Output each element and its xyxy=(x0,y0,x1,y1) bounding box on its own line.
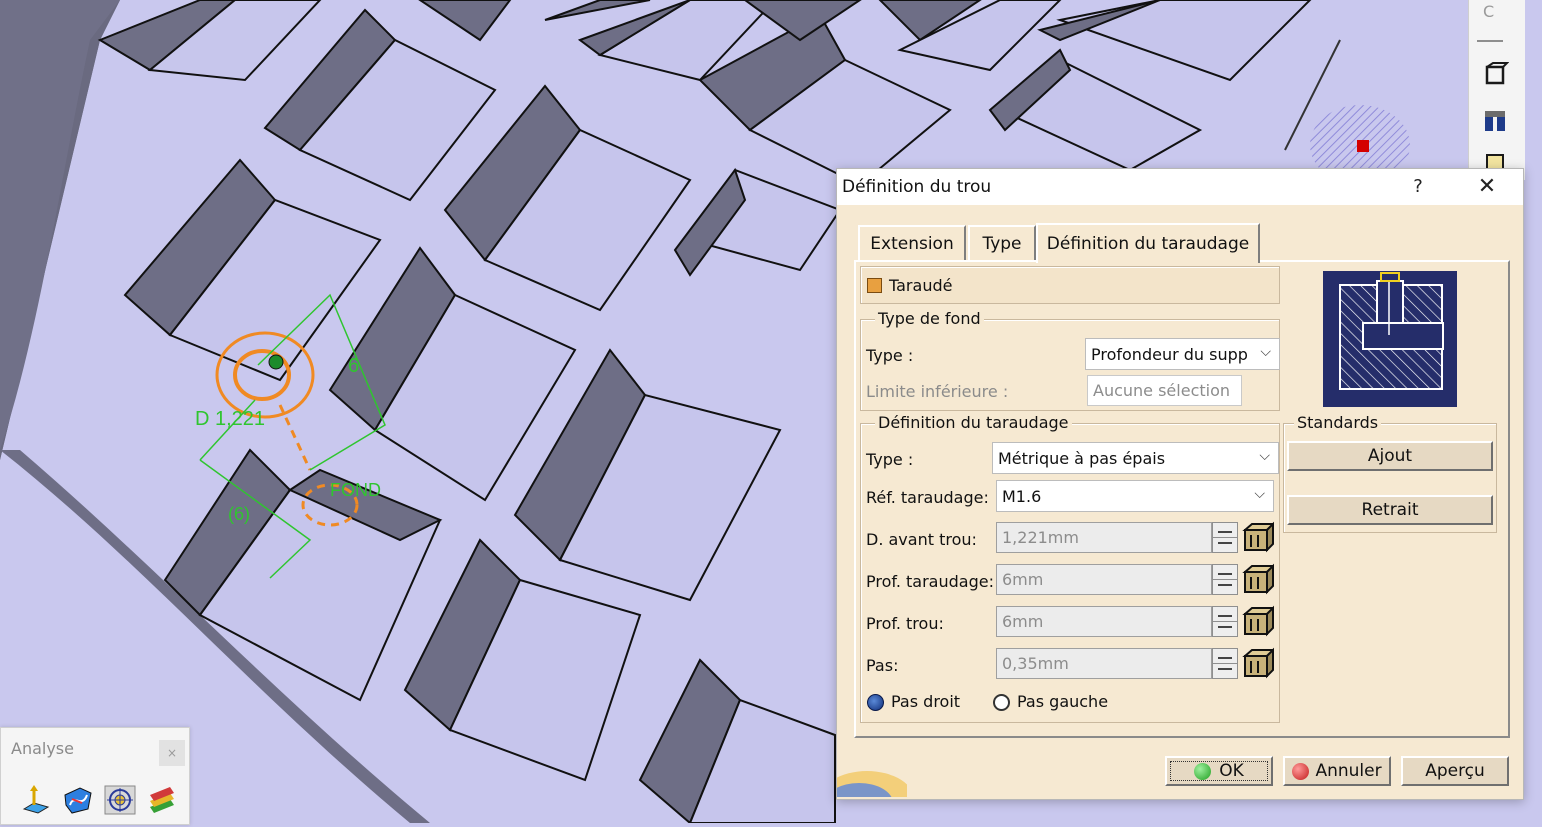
bottom-type-group-label: Type de fond xyxy=(875,309,984,328)
lower-limit-label: Limite inférieure : xyxy=(866,382,1009,401)
left-hand-thread-radio[interactable] xyxy=(993,694,1010,711)
analyse-close-button[interactable]: × xyxy=(159,740,185,766)
thickness-analysis-icon[interactable] xyxy=(145,784,179,816)
thread-definition-group: Définition du taraudage Type : Métrique … xyxy=(860,413,1280,723)
cancel-label: Annuler xyxy=(1315,761,1382,781)
hole-depth-field[interactable]: 6mm xyxy=(996,606,1212,637)
pitch-spinner[interactable] xyxy=(1212,648,1238,679)
curvature-analysis-icon[interactable] xyxy=(61,784,95,816)
thread-type-label: Type : xyxy=(866,450,914,469)
thread-definition-group-label: Définition du taraudage xyxy=(875,413,1072,432)
threaded-label: Taraudé xyxy=(889,276,953,295)
cancel-button[interactable]: Annuler xyxy=(1283,756,1391,786)
threaded-checkbox-row: Taraudé xyxy=(860,266,1280,304)
add-standard-button[interactable]: Ajout xyxy=(1287,441,1493,471)
ok-label: OK xyxy=(1219,761,1244,781)
formula-icon[interactable] xyxy=(1242,647,1276,679)
thread-ref-select[interactable]: M1.6 ⌵ xyxy=(996,480,1274,512)
svg-text:D 1,221: D 1,221 xyxy=(195,408,265,430)
pitch-field[interactable]: 0,35mm xyxy=(996,648,1212,679)
toolbar-grip[interactable] xyxy=(1477,40,1503,42)
analyse-toolbar: Analyse × xyxy=(0,727,190,825)
pre-hole-diameter-label: D. avant trou: xyxy=(866,530,977,549)
hole-depth-label: Prof. trou: xyxy=(866,614,944,633)
pre-hole-diameter-spinner[interactable] xyxy=(1212,522,1238,553)
svg-text:(6): (6) xyxy=(228,504,250,524)
thread-ref-value: M1.6 xyxy=(1002,487,1042,506)
formula-icon[interactable] xyxy=(1242,605,1276,637)
cancel-icon xyxy=(1292,762,1310,780)
formula-icon[interactable] xyxy=(1242,563,1276,595)
ok-button[interactable]: OK xyxy=(1165,756,1273,786)
right-hand-thread-label: Pas droit xyxy=(891,692,961,711)
pad-icon[interactable] xyxy=(1479,60,1511,90)
bottom-type-select[interactable]: Profondeur du supp ⌵ xyxy=(1085,338,1280,370)
thread-type-value: Métrique à pas épais xyxy=(998,449,1166,468)
pre-hole-diameter-field[interactable]: 1,221mm xyxy=(996,522,1212,553)
globe-icon xyxy=(837,741,907,797)
pitch-label: Pas: xyxy=(866,656,899,675)
hole-depth-spinner[interactable] xyxy=(1212,606,1238,637)
lower-limit-field[interactable]: Aucune sélection xyxy=(1087,375,1242,406)
svg-text:FOND: FOND xyxy=(330,480,381,500)
dialog-titlebar[interactable]: Définition du trou ? ✕ xyxy=(837,169,1523,205)
thread-ref-label: Réf. taraudage: xyxy=(866,488,989,507)
thread-depth-field[interactable]: 6mm xyxy=(996,564,1212,595)
chevron-down-icon: ⌵ xyxy=(1259,448,1270,464)
thread-preview-image xyxy=(1323,271,1457,407)
bottom-type-value: Profondeur du supp xyxy=(1091,345,1248,364)
analyse-title: Analyse xyxy=(11,739,74,758)
bottom-type-group: Type de fond Type : Profondeur du supp ⌵… xyxy=(860,309,1280,411)
chevron-down-icon: ⌵ xyxy=(1260,344,1271,360)
tab-thread-definition[interactable]: Définition du taraudage xyxy=(1036,223,1260,263)
threaded-checkbox[interactable] xyxy=(867,278,882,293)
svg-text:6: 6 xyxy=(348,355,359,377)
formula-icon[interactable] xyxy=(1242,521,1276,553)
bottom-type-label: Type : xyxy=(866,346,914,365)
draft-analysis-icon[interactable] xyxy=(19,784,53,816)
ok-icon xyxy=(1194,762,1212,780)
hole-definition-dialog: Définition du trou ? ✕ Extension Type Dé… xyxy=(836,168,1524,800)
surface-analysis-icon[interactable] xyxy=(103,784,137,816)
close-button[interactable]: ✕ xyxy=(1469,173,1505,201)
dialog-title: Définition du trou xyxy=(842,177,992,197)
assembly-icon[interactable] xyxy=(1479,106,1511,136)
right-hand-thread-radio[interactable] xyxy=(867,694,884,711)
tab-type[interactable]: Type xyxy=(968,225,1036,261)
chevron-down-icon: ⌵ xyxy=(1254,486,1265,502)
thread-depth-spinner[interactable] xyxy=(1212,564,1238,595)
thread-depth-label: Prof. taraudage: xyxy=(866,572,994,591)
right-toolbar: C xyxy=(1468,0,1525,180)
toolbar-label: C xyxy=(1483,2,1495,21)
help-button[interactable]: ? xyxy=(1403,173,1433,201)
standards-group-label: Standards xyxy=(1294,413,1382,432)
preview-button[interactable]: Aperçu xyxy=(1401,756,1509,786)
left-hand-thread-label: Pas gauche xyxy=(1017,692,1109,711)
thread-type-select[interactable]: Métrique à pas épais ⌵ xyxy=(992,442,1279,474)
remove-standard-button[interactable]: Retrait xyxy=(1287,495,1493,525)
tab-extension[interactable]: Extension xyxy=(858,225,966,261)
